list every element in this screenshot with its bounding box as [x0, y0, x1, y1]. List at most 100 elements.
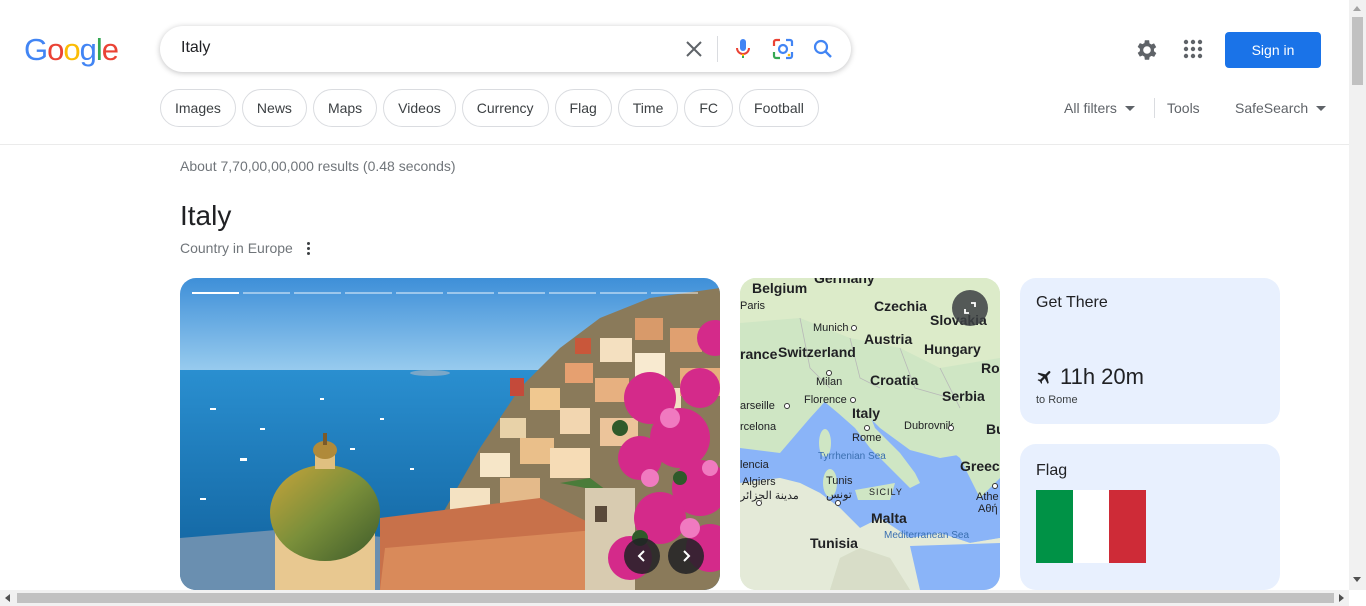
map-label-czechia: Czechia	[874, 298, 927, 314]
carousel-progress-segment	[600, 292, 647, 294]
tools-button[interactable]: Tools	[1167, 100, 1200, 116]
chevron-right-icon[interactable]	[668, 538, 704, 574]
map-city-athens: Athe	[976, 491, 999, 503]
chip-flag[interactable]: Flag	[554, 89, 612, 127]
logo-letter: G	[24, 32, 48, 67]
map-city-algiers: Algiers	[742, 476, 776, 488]
map-label-malta: Malta	[871, 510, 907, 526]
map-marker	[756, 500, 762, 506]
chip-fc[interactable]: FC	[684, 89, 734, 127]
all-filters-label: All filters	[1064, 100, 1117, 116]
image-carousel[interactable]	[180, 278, 720, 590]
chip-time[interactable]: Time	[617, 89, 679, 127]
knowledge-panel-subtitle: Country in Europe	[180, 240, 310, 256]
map-label-romania: Ror	[981, 360, 1000, 376]
expand-icon[interactable]	[952, 290, 988, 326]
map-marker	[992, 483, 998, 489]
microphone-icon[interactable]	[731, 37, 755, 61]
map-sea-tyrrhenian: Tyrrhenian Sea	[818, 451, 886, 462]
chip-videos[interactable]: Videos	[383, 89, 456, 127]
carousel-progress-segment	[651, 292, 698, 294]
map-marker	[826, 370, 832, 376]
scroll-up-icon[interactable]	[1353, 6, 1361, 11]
map-label-greece: Greece	[960, 458, 1000, 474]
map-label-serbia: Serbia	[942, 388, 985, 404]
carousel-progress-segment	[498, 292, 545, 294]
search-divider	[717, 36, 718, 62]
chip-currency[interactable]: Currency	[461, 89, 549, 127]
chip-news[interactable]: News	[241, 89, 307, 127]
carousel-progress-segment	[243, 292, 290, 294]
logo-letter: e	[101, 32, 119, 67]
tools-label: Tools	[1167, 100, 1200, 116]
map-marker	[850, 397, 856, 403]
scroll-right-icon[interactable]	[1339, 594, 1344, 602]
gear-icon[interactable]	[1134, 37, 1160, 63]
italy-flag	[1036, 490, 1147, 563]
horizontal-scrollbar[interactable]	[0, 590, 1349, 606]
scroll-down-icon[interactable]	[1353, 577, 1361, 582]
filter-divider	[1154, 98, 1155, 118]
flag-stripe	[1109, 490, 1147, 563]
carousel-progress-segment	[396, 292, 443, 294]
map-city-tunis: Tunis	[826, 475, 853, 487]
flag-card[interactable]: Flag	[1020, 444, 1280, 590]
flag-title: Flag	[1036, 462, 1068, 479]
sign-in-button[interactable]: Sign in	[1225, 32, 1321, 68]
more-options-icon[interactable]	[306, 241, 310, 255]
vertical-scroll-thumb[interactable]	[1352, 17, 1363, 85]
map-sea-mediterranean: Mediterranean Sea	[884, 530, 970, 541]
carousel-progress-segment	[345, 292, 392, 294]
map-city-marseille: arseille	[740, 400, 775, 412]
map-city-florence: Florence	[804, 394, 847, 406]
caret-down-icon	[1124, 105, 1135, 111]
map-city-valencia: lencia	[740, 459, 769, 471]
map-city-dubrovnik: Dubrovnik	[904, 420, 954, 432]
header-divider	[0, 144, 1349, 145]
map-city-tunis-arabic: تونس	[826, 489, 852, 501]
vertical-scrollbar[interactable]	[1349, 0, 1366, 590]
search-icon[interactable]	[811, 37, 835, 61]
search-input[interactable]: Italy	[181, 39, 210, 57]
google-logo[interactable]: Google	[24, 32, 119, 68]
chip-images[interactable]: Images	[160, 89, 236, 127]
map-marker	[835, 500, 841, 506]
chip-maps[interactable]: Maps	[312, 89, 378, 127]
map-marker	[948, 425, 954, 431]
clear-icon[interactable]	[682, 37, 706, 61]
map-city-algiers-arabic: مدينة الجزائر	[740, 490, 799, 502]
filter-chips: Images News Maps Videos Currency Flag Time FC Fo…	[160, 89, 819, 127]
map-label-germany: Germany	[814, 278, 875, 286]
map-label-hungary: Hungary	[924, 341, 981, 357]
carousel-progress-segment	[294, 292, 341, 294]
all-filters-button[interactable]: All filters	[1064, 100, 1135, 116]
map-label-switzerland: Switzerland	[778, 344, 856, 360]
safesearch-label: SafeSearch	[1235, 100, 1309, 116]
subtitle-text: Country in Europe	[180, 240, 293, 256]
map-city-athens-greek: Αθή	[978, 503, 998, 515]
apps-grid-icon[interactable]	[1181, 37, 1205, 61]
map-label-tunisia: Tunisia	[810, 535, 858, 551]
get-there-card[interactable]: Get There 11h 20m to Rome	[1020, 278, 1280, 424]
map-city-milan: Milan	[816, 376, 843, 388]
chip-football[interactable]: Football	[739, 89, 819, 127]
search-box[interactable]: Italy	[160, 26, 851, 72]
carousel-progress-segment	[549, 292, 596, 294]
carousel-progress-segment	[192, 292, 239, 294]
map-label-bulgaria: Bu	[986, 421, 1000, 437]
map-label-austria: Austria	[864, 331, 913, 347]
travel-time-value: 11h 20m	[1060, 364, 1144, 389]
knowledge-panel-title: Italy	[180, 200, 232, 231]
map-label-belgium: Belgium	[752, 280, 808, 296]
map-marker	[864, 425, 870, 431]
safesearch-button[interactable]: SafeSearch	[1235, 100, 1327, 116]
horizontal-scroll-thumb[interactable]	[17, 593, 1334, 603]
travel-time: 11h 20m	[1036, 364, 1144, 390]
map-city-munich: Munich	[813, 322, 849, 334]
lens-icon[interactable]	[771, 37, 795, 61]
chevron-left-icon[interactable]	[624, 538, 660, 574]
carousel-progress-segment	[447, 292, 494, 294]
scroll-left-icon[interactable]	[5, 594, 10, 602]
map-city-paris: Paris	[740, 300, 766, 312]
country-map[interactable]: Germany Belgium Czechia Slovakia Austria…	[740, 278, 1000, 590]
